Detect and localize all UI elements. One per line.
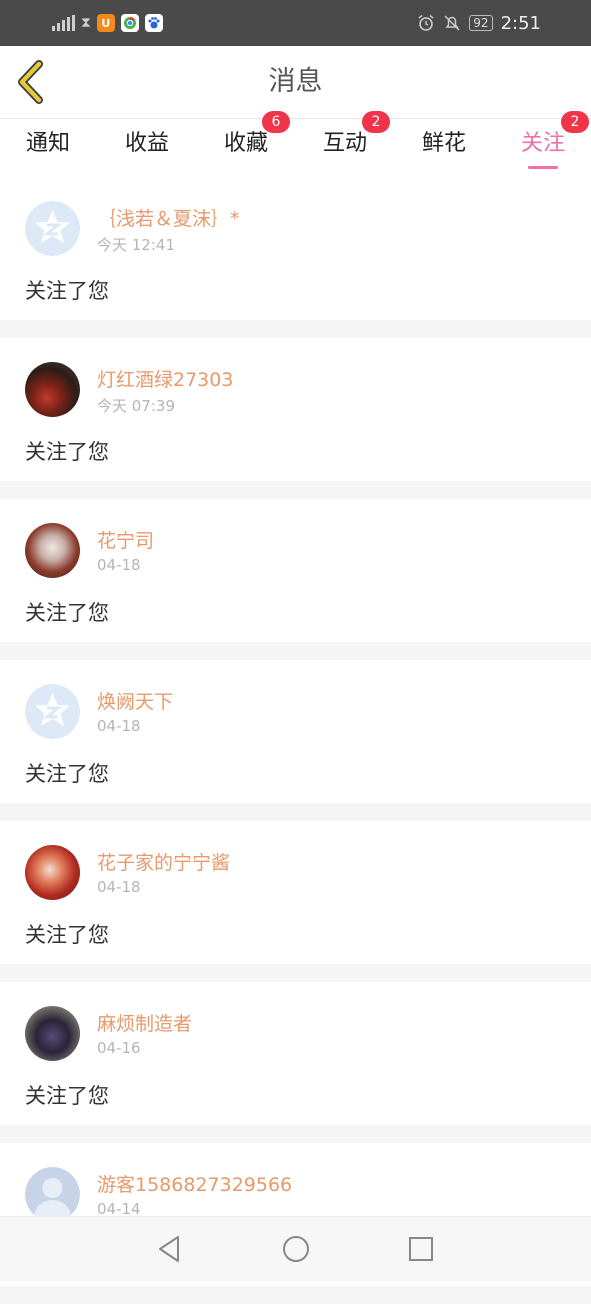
message-list: ｛浅若＆夏沫｝* 今天 12:41 关注了您 灯红酒绿27303 今天 07:3… [0,177,591,1304]
timestamp: 今天 12:41 [97,236,175,254]
alarm-icon [418,14,434,31]
tab-earnings[interactable]: 收益 [107,119,187,177]
photo-avatar-dark[interactable] [25,1006,80,1061]
tab-label: 互动 [322,131,367,156]
action-text: 关注了您 [25,1084,109,1108]
status-bar: ⧗ U 92 2:51 [0,0,591,46]
page-title: 消息 [268,66,323,97]
chrome-icon [120,14,139,32]
list-item[interactable]: 焕阙天下 04-18 关注了您 [0,660,591,803]
battery-icon: 92 [469,15,493,31]
photo-avatar-red[interactable] [25,362,80,417]
action-text: 关注了您 [25,440,109,464]
default-avatar[interactable] [25,201,80,256]
action-text: 关注了您 [25,923,109,947]
uc-browser-icon: U [96,14,115,32]
tab-favorites[interactable]: 收藏 6 [206,111,290,177]
timestamp: 04-16 [97,1039,141,1057]
username[interactable]: ｛浅若＆夏沫｝* [97,204,240,231]
action-text: 关注了您 [25,279,109,303]
username[interactable]: 花宁司 [97,526,154,553]
tab-badge: 2 [362,111,390,133]
signal-icon [52,15,75,31]
baidu-icon [144,14,163,32]
tab-badge: 2 [561,111,589,133]
guest-avatar[interactable] [25,1167,80,1222]
list-item[interactable]: ｛浅若＆夏沫｝* 今天 12:41 关注了您 [0,177,591,320]
tab-flowers[interactable]: 鲜花 [404,119,484,177]
tab-label: 通知 [25,131,70,156]
action-text: 关注了您 [25,601,109,625]
tab-label: 收藏 [223,131,268,156]
hourglass-icon: ⧗ [81,15,91,31]
tab-label: 关注 [520,131,565,156]
username[interactable]: 麻烦制造者 [97,1009,192,1036]
default-avatar[interactable] [25,684,80,739]
status-right: 92 2:51 [417,12,541,34]
tab-label: 收益 [124,131,169,156]
list-item[interactable]: 花子家的宁宁酱 04-18 关注了您 [0,821,591,964]
status-time: 2:51 [500,12,541,34]
recents-square-icon[interactable] [405,1233,437,1265]
back-triangle-icon[interactable] [154,1233,186,1265]
header-bar: 消息 [0,46,591,119]
photo-avatar-anime-red[interactable] [25,845,80,900]
tab-notifications[interactable]: 通知 [8,119,88,177]
photo-avatar-anime[interactable] [25,523,80,578]
timestamp: 04-18 [97,878,141,896]
tab-label: 鲜花 [421,131,466,156]
username[interactable]: 游客1586827329566 [97,1170,292,1197]
status-left: ⧗ U [52,12,163,34]
timestamp: 04-18 [97,556,141,574]
username[interactable]: 焕阙天下 [97,687,173,714]
tab-follows[interactable]: 关注 2 [503,111,589,177]
home-circle-icon[interactable] [280,1233,312,1265]
action-text: 关注了您 [25,762,109,786]
timestamp: 今天 07:39 [97,397,175,415]
list-item[interactable]: 麻烦制造者 04-16 关注了您 [0,982,591,1125]
timestamp: 04-18 [97,717,141,735]
bell-off-icon [444,15,460,31]
tab-interactions[interactable]: 互动 2 [305,111,390,177]
list-item[interactable]: 花宁司 04-18 关注了您 [0,499,591,642]
username[interactable]: 灯红酒绿27303 [97,365,233,392]
system-nav-bar [0,1216,591,1281]
list-item[interactable]: 灯红酒绿27303 今天 07:39 关注了您 [0,338,591,481]
tab-bar: 通知 收益 收藏 6 互动 2 鲜花 关注 2 [0,111,591,177]
username[interactable]: 花子家的宁宁酱 [97,848,230,875]
active-tab-indicator [528,166,558,169]
tab-badge: 6 [262,111,290,133]
